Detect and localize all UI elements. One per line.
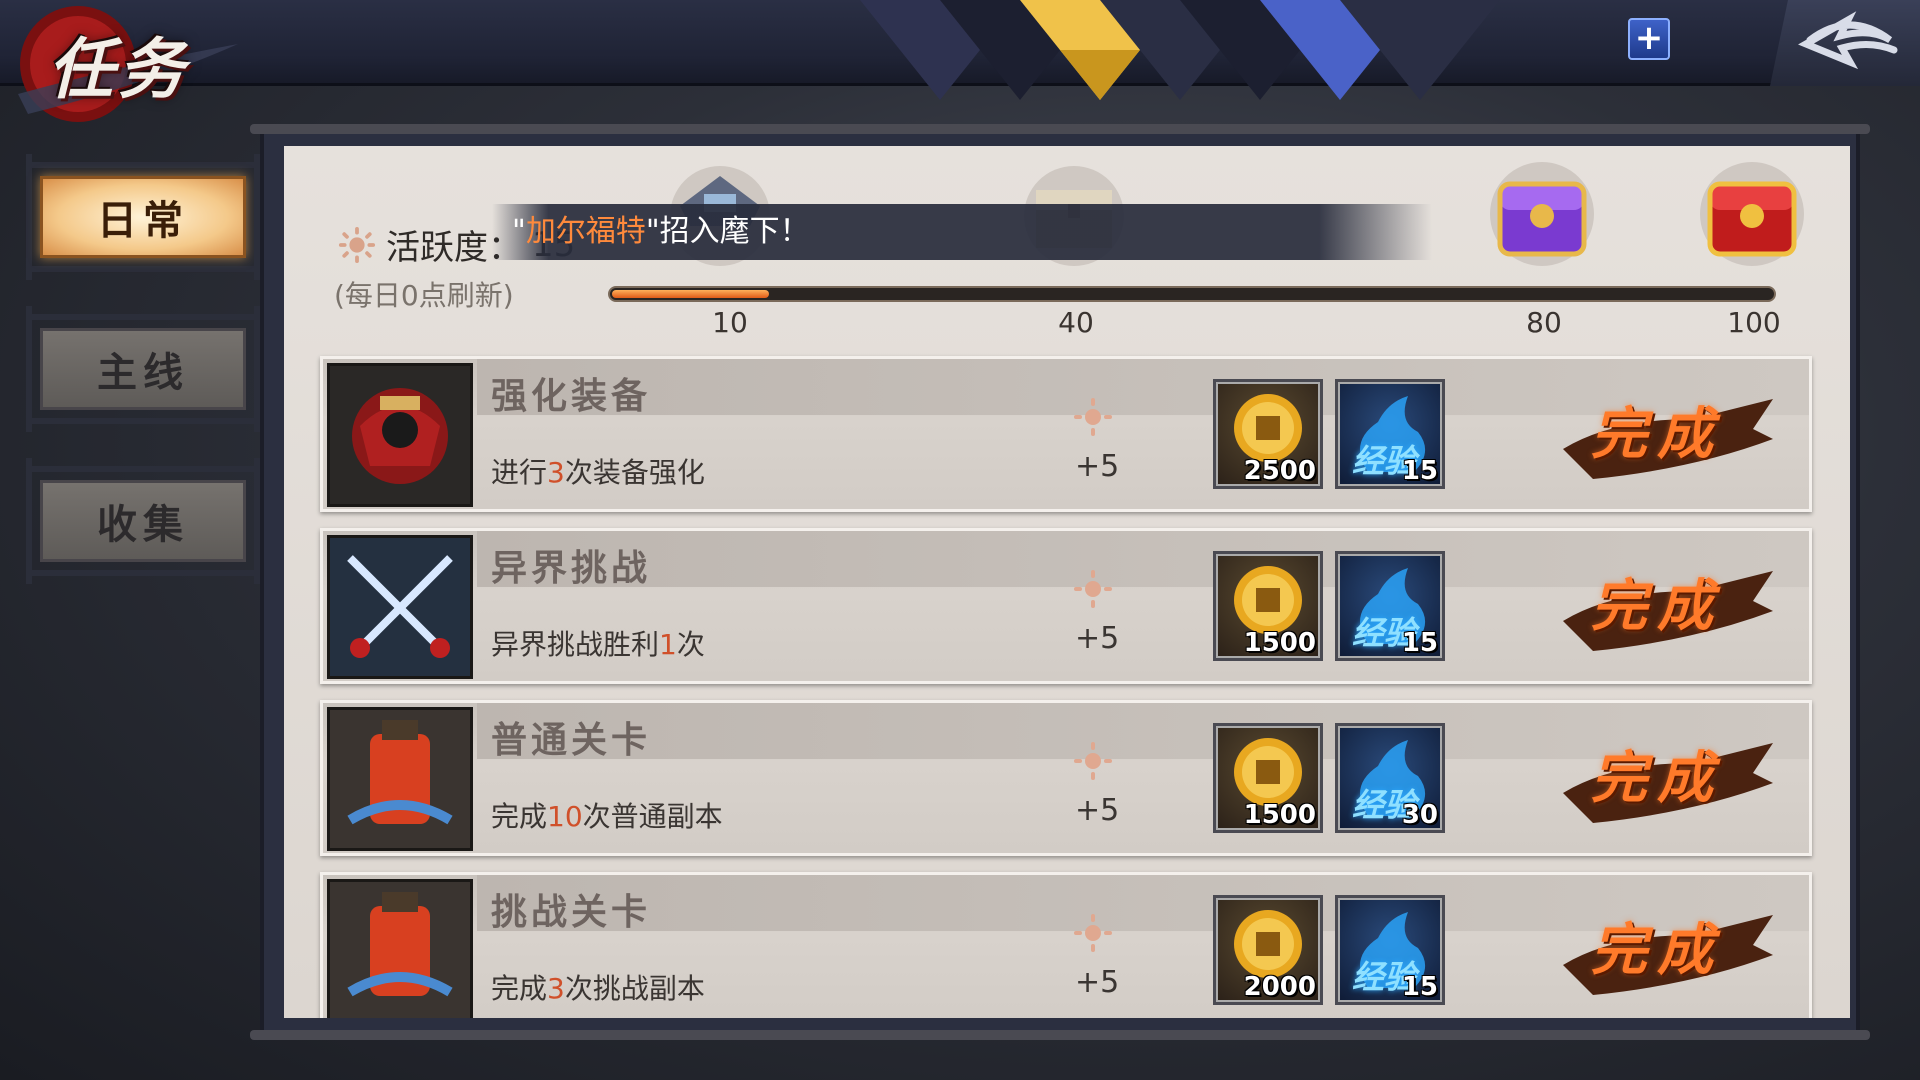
- task-points: +5: [1075, 621, 1120, 656]
- task-desc-count: 3: [547, 972, 565, 1005]
- task-desc-pre: 进行: [491, 456, 548, 489]
- milestone-80: 80: [1526, 306, 1562, 339]
- reward-coin-amount: 1500: [1243, 800, 1316, 830]
- task-points: +5: [1075, 793, 1120, 828]
- task-complete-stamp[interactable]: 完成: [1591, 905, 1723, 986]
- milestone-100: 100: [1727, 306, 1781, 339]
- task-desc-count: 3: [547, 456, 565, 489]
- task-row: 异界挑战 异界挑战胜利1次 +5 1500 经验 15 完成: [320, 528, 1812, 684]
- task-row: 强化装备 进行3次装备强化 +5 2500 经验 15 完成: [320, 356, 1812, 512]
- tab-daily-label: 日常: [40, 176, 246, 258]
- task-name: 挑战关卡: [491, 892, 652, 933]
- tab-collection[interactable]: 收集: [26, 458, 260, 584]
- chest-purple-icon[interactable]: [1482, 156, 1602, 266]
- banner-hero-name: 加尔福特: [525, 214, 646, 249]
- recruit-banner: "加尔福特"招入麾下！: [492, 204, 1432, 260]
- page-title: 任务: [48, 30, 188, 108]
- reward-exp-amount: 15: [1401, 972, 1438, 1002]
- activity-points-icon: [1074, 914, 1112, 952]
- activity-progress-bar: [608, 286, 1776, 302]
- scroll-icon: [330, 710, 470, 848]
- reward-exp[interactable]: 经验 15: [1335, 551, 1445, 661]
- task-desc-pre: 异界挑战胜利: [491, 628, 660, 661]
- task-panel: 活跃度： 15 (每日0点刷新) "加尔福特"招入麾下！ 10 40 80 10…: [284, 146, 1850, 1018]
- add-currency-button[interactable]: +: [1628, 18, 1670, 60]
- crossed-swords-icon: [330, 538, 470, 676]
- tab-main-quest[interactable]: 主线: [26, 306, 260, 432]
- task-desc-post: 次装备强化: [564, 456, 705, 489]
- reward-coin[interactable]: 2000: [1213, 895, 1323, 1005]
- reward-coin-amount: 2500: [1243, 456, 1316, 486]
- refresh-note: (每日0点刷新): [334, 279, 514, 312]
- reward-coin-amount: 2000: [1243, 972, 1316, 1002]
- reward-exp-amount: 15: [1401, 456, 1438, 486]
- task-row: 普通关卡 完成10次普通副本 +5 1500 经验 30 完成: [320, 700, 1812, 856]
- task-row: 挑战关卡 完成3次挑战副本 +5 2000 经验 15 完成: [320, 872, 1812, 1018]
- reward-coin[interactable]: 2500: [1213, 379, 1323, 489]
- banner-quote-open: ": [512, 214, 526, 249]
- task-complete-stamp[interactable]: 完成: [1591, 389, 1723, 470]
- tab-daily[interactable]: 日常: [26, 154, 260, 280]
- activity-sun-icon: [338, 226, 376, 263]
- task-desc-post: 次挑战副本: [564, 972, 705, 1005]
- task-name: 强化装备: [491, 376, 652, 417]
- tab-main-quest-label: 主线: [40, 328, 246, 410]
- reward-coin[interactable]: 1500: [1213, 723, 1323, 833]
- task-desc-pre: 完成: [491, 972, 548, 1005]
- task-description: 异界挑战胜利1次: [491, 623, 705, 663]
- task-description: 完成10次普通副本: [491, 795, 723, 835]
- task-description: 进行3次装备强化: [491, 451, 705, 491]
- milestone-40: 40: [1058, 306, 1094, 339]
- reward-coin[interactable]: 1500: [1213, 551, 1323, 661]
- task-icon-frame: [327, 879, 473, 1018]
- task-name: 异界挑战: [491, 548, 652, 589]
- top-bar: +: [0, 0, 1920, 100]
- armor-icon: [352, 388, 448, 484]
- task-desc-count: 1: [659, 628, 677, 661]
- task-icon-frame: [327, 707, 473, 851]
- task-icon-frame: [327, 363, 473, 507]
- reward-exp[interactable]: 经验 30: [1335, 723, 1445, 833]
- task-complete-stamp[interactable]: 完成: [1591, 733, 1723, 814]
- activity-points-icon: [1074, 570, 1112, 608]
- tab-collection-label: 收集: [40, 480, 246, 562]
- task-name: 普通关卡: [491, 720, 652, 761]
- task-points: +5: [1075, 449, 1120, 484]
- reward-coin-amount: 1500: [1243, 628, 1316, 658]
- task-points: +5: [1075, 965, 1120, 1000]
- task-desc-post: 次普通副本: [582, 800, 723, 833]
- chest-red-icon[interactable]: [1692, 156, 1812, 266]
- decorative-triangle-strip: [860, 0, 1500, 100]
- activity-points-icon: [1074, 398, 1112, 436]
- task-desc-post: 次: [676, 628, 705, 661]
- task-desc-pre: 完成: [491, 800, 548, 833]
- milestone-10: 10: [712, 306, 748, 339]
- reward-exp[interactable]: 经验 15: [1335, 895, 1445, 1005]
- scroll-icon: [330, 882, 470, 1018]
- task-description: 完成3次挑战副本: [491, 967, 705, 1007]
- banner-message: "招入麾下！: [645, 214, 810, 249]
- reward-exp-amount: 15: [1401, 628, 1438, 658]
- task-desc-count: 10: [547, 800, 583, 833]
- task-icon-frame: [327, 535, 473, 679]
- task-complete-stamp[interactable]: 完成: [1591, 561, 1723, 642]
- back-arrow-icon: [1798, 11, 1898, 70]
- title-emblem: 任务: [8, 4, 248, 124]
- back-button[interactable]: [1770, 0, 1920, 86]
- activity-progress-fill: [612, 290, 769, 298]
- reward-exp-amount: 30: [1401, 800, 1438, 830]
- activity-points-icon: [1074, 742, 1112, 780]
- reward-exp[interactable]: 经验 15: [1335, 379, 1445, 489]
